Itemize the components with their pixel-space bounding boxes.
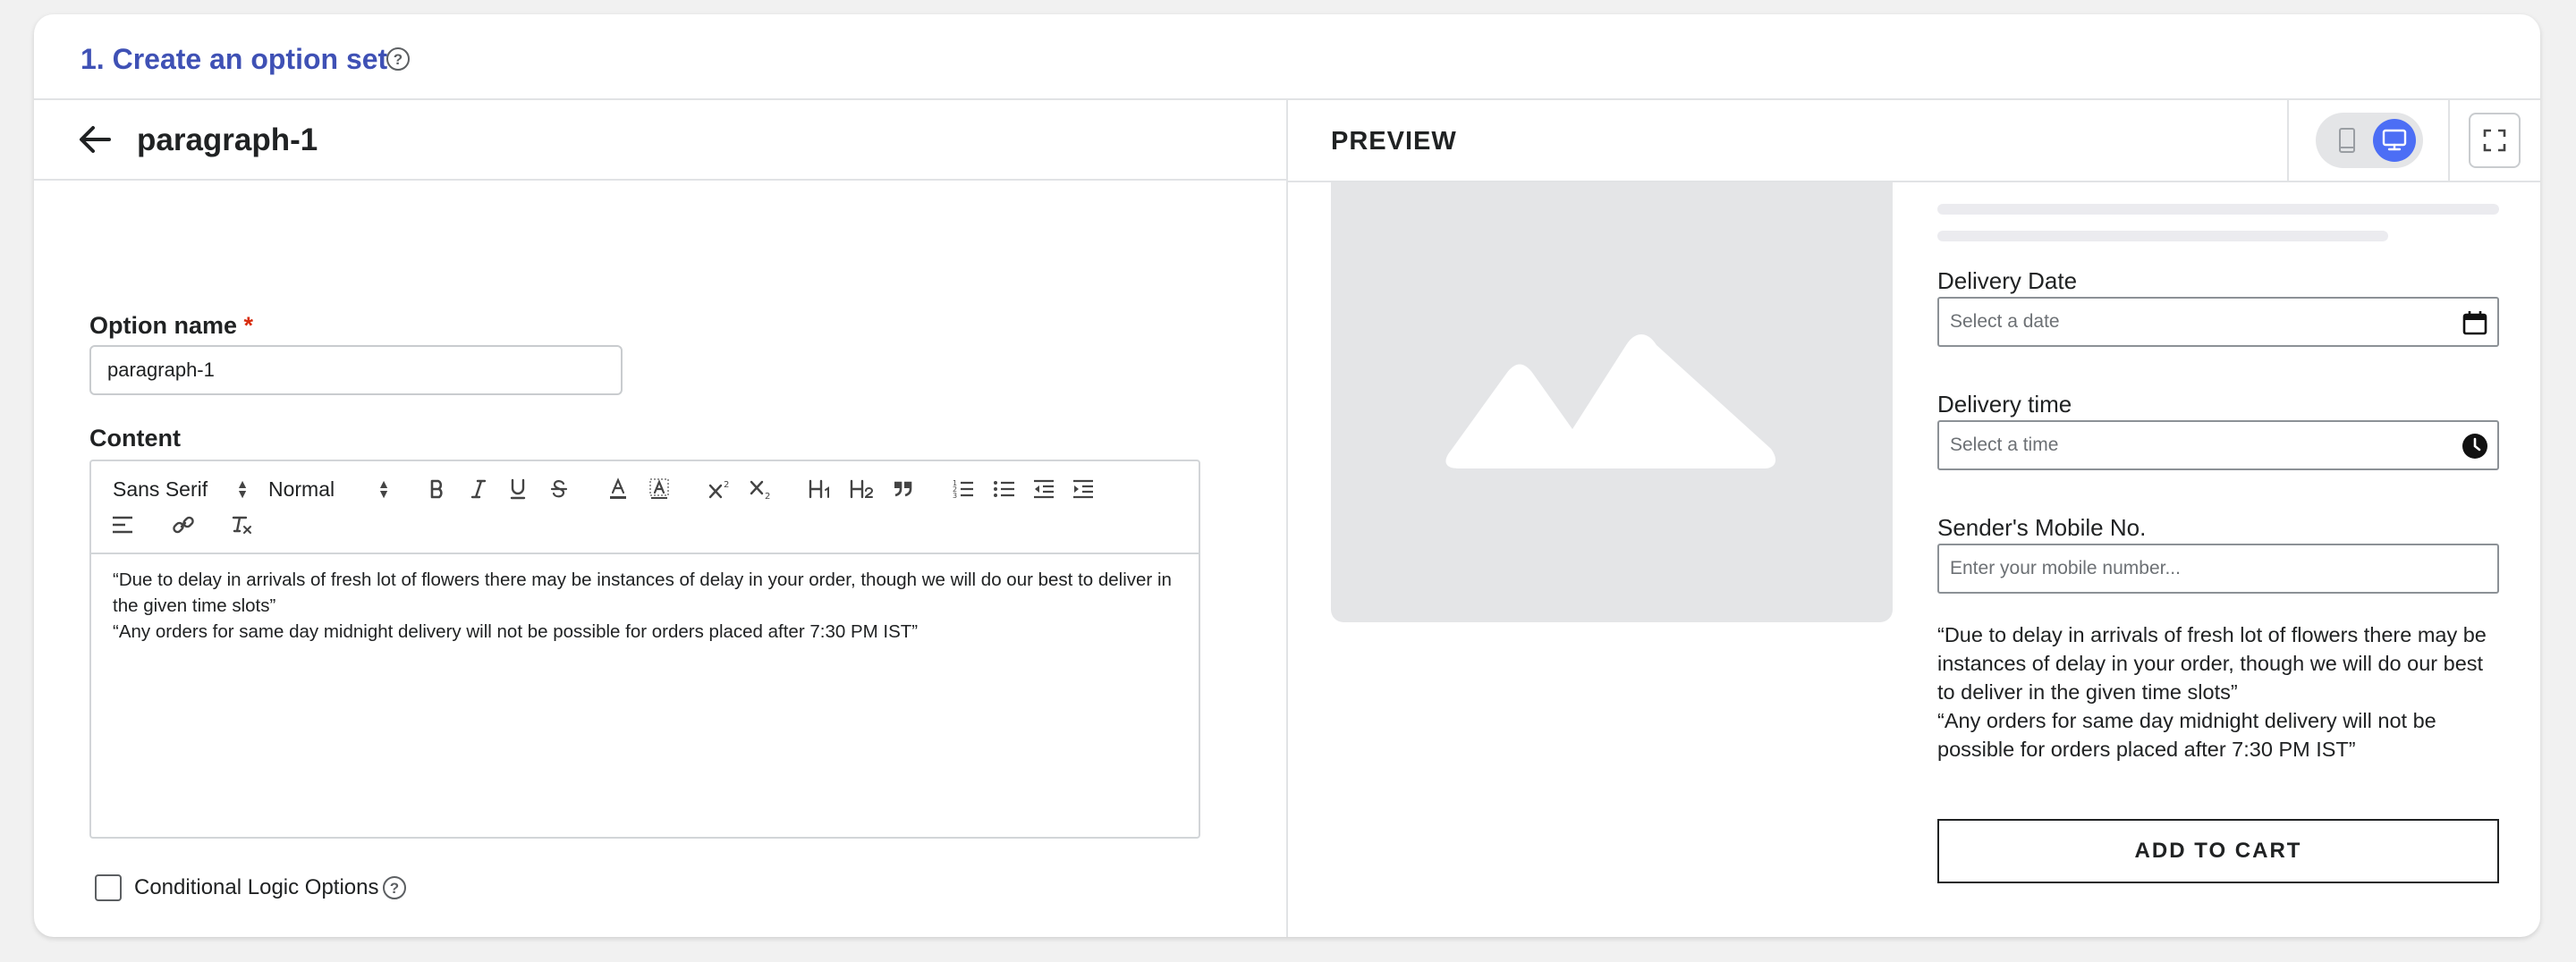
- heading-2-icon[interactable]: [848, 476, 875, 502]
- expand-button[interactable]: [2469, 113, 2521, 168]
- mobile-icon[interactable]: [2337, 127, 2357, 154]
- card-header: 1. Create an option set ?: [34, 14, 2540, 100]
- mountain-image-icon: [1445, 334, 1776, 468]
- editor-content[interactable]: “Due to delay in arrivals of fresh lot o…: [113, 567, 1182, 645]
- skeleton-line: [1937, 231, 2388, 241]
- conditional-logic-checkbox[interactable]: [95, 874, 122, 901]
- select-arrows-icon: ▲ ▼: [236, 477, 249, 501]
- delivery-date-placeholder: Select a date: [1950, 311, 2060, 332]
- page-title: 1. Create an option set: [80, 43, 388, 75]
- clear-format-icon[interactable]: [229, 511, 256, 538]
- align-icon[interactable]: [109, 511, 136, 538]
- delivery-time-input[interactable]: Select a time: [1937, 420, 2499, 470]
- text-color-icon[interactable]: [605, 476, 631, 502]
- clock-icon[interactable]: [2462, 433, 2488, 460]
- delivery-date-label: Delivery Date: [1937, 267, 2078, 294]
- senders-mobile-label: Sender's Mobile No.: [1937, 514, 2147, 541]
- preview-paragraph: “Due to delay in arrivals of fresh lot o…: [1937, 620, 2499, 764]
- conditional-logic-label: Conditional Logic Options: [134, 875, 379, 899]
- preview-title: PREVIEW: [1331, 127, 1457, 156]
- font-family-value: Sans Serif: [113, 477, 208, 501]
- bullet-list-icon[interactable]: [991, 476, 1018, 502]
- option-name-label-text: Option name: [89, 312, 238, 339]
- desktop-toggle-button[interactable]: [2373, 119, 2416, 162]
- svg-text:2: 2: [724, 480, 729, 490]
- help-icon[interactable]: ?: [386, 47, 410, 71]
- preview-panel: PREVIEW Delivery Date Select a date Deli…: [1288, 100, 2540, 937]
- required-mark: *: [243, 312, 254, 339]
- font-size-select[interactable]: Normal ▲ ▼: [268, 474, 390, 504]
- background-color-icon[interactable]: [646, 476, 673, 502]
- svg-text:2: 2: [765, 492, 770, 500]
- add-to-cart-button[interactable]: ADD TO CART: [1937, 819, 2499, 883]
- help-icon[interactable]: ?: [383, 876, 406, 899]
- device-toggle: [2316, 113, 2423, 168]
- arrow-left-icon[interactable]: [77, 123, 113, 156]
- bold-icon[interactable]: [424, 476, 451, 502]
- desktop-icon: [2382, 129, 2407, 151]
- ordered-list-icon[interactable]: 123: [950, 476, 977, 502]
- product-image-placeholder: [1331, 182, 1893, 622]
- indent-icon[interactable]: [1070, 476, 1097, 502]
- divider: [2448, 100, 2450, 181]
- senders-mobile-placeholder: Enter your mobile number...: [1950, 558, 2181, 578]
- blockquote-icon[interactable]: [889, 476, 916, 502]
- option-editor-panel: paragraph-1 Option name * Content Sans S…: [34, 100, 1288, 937]
- expand-icon: [2483, 129, 2506, 152]
- preview-paragraph-line-2: “Any orders for same day midnight delive…: [1937, 709, 2436, 761]
- editor-toolbar: Sans Serif ▲ ▼ Normal ▲ ▼ 2 2 1 2 3: [91, 461, 1199, 554]
- svg-text:3: 3: [953, 492, 957, 500]
- option-set-card: 1. Create an option set ? paragraph-1 Op…: [34, 14, 2540, 937]
- content-line-1: “Due to delay in arrivals of fresh lot o…: [113, 570, 1172, 616]
- calendar-icon[interactable]: [2462, 309, 2488, 336]
- preview-paragraph-line-1: “Due to delay in arrivals of fresh lot o…: [1937, 623, 2487, 704]
- heading-1-icon[interactable]: [807, 476, 834, 502]
- divider: [2287, 100, 2289, 181]
- font-size-value: Normal: [268, 477, 335, 501]
- outdent-icon[interactable]: [1030, 476, 1057, 502]
- option-title: paragraph-1: [137, 122, 318, 157]
- strikethrough-icon[interactable]: [546, 476, 572, 502]
- select-arrows-icon: ▲ ▼: [377, 477, 390, 501]
- link-icon[interactable]: [170, 511, 197, 538]
- superscript-icon[interactable]: 2: [707, 476, 733, 502]
- subscript-icon[interactable]: 2: [748, 476, 775, 502]
- senders-mobile-input[interactable]: Enter your mobile number...: [1937, 544, 2499, 594]
- underline-icon[interactable]: [504, 476, 531, 502]
- rich-text-editor: Sans Serif ▲ ▼ Normal ▲ ▼ 2 2 1 2 3 “Due…: [89, 460, 1200, 839]
- skeleton-line: [1937, 204, 2499, 215]
- option-name-label: Option name *: [89, 311, 253, 340]
- content-label: Content: [89, 425, 181, 451]
- delivery-time-label: Delivery time: [1937, 391, 2072, 418]
- delivery-date-input[interactable]: Select a date: [1937, 297, 2499, 347]
- delivery-time-placeholder: Select a time: [1950, 435, 2059, 455]
- italic-icon[interactable]: [465, 476, 492, 502]
- font-family-select[interactable]: Sans Serif ▲ ▼: [113, 474, 249, 504]
- option-name-input[interactable]: [89, 345, 623, 395]
- option-editor-header: paragraph-1: [34, 100, 1286, 181]
- content-line-2: “Any orders for same day midnight delive…: [113, 621, 919, 642]
